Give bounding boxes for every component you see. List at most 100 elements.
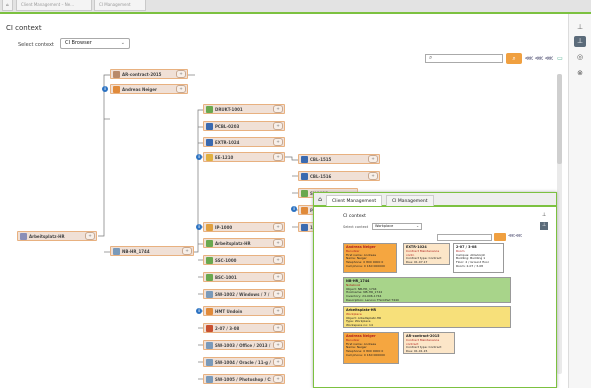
card-line: Room: 2-07 / 3-08: [456, 263, 484, 268]
popup-tab-strip: ⌂ Client Management CI Management: [314, 193, 556, 207]
node-label: SW-1002 / Windows / 7 / Multi: [215, 291, 271, 297]
node-label: SW-1003 / Office / 2013 / Geo: [215, 342, 271, 348]
popup-tab-client-management[interactable]: Client Management: [326, 195, 383, 206]
popup-card-contract[interactable]: AR-contract-2015 Contract Maintenance co…: [403, 332, 455, 354]
cable-icon: [301, 172, 308, 180]
ci-node-sw-1002[interactable]: SW-1002 / Windows / 7 / Multi +: [203, 289, 285, 299]
info-icon[interactable]: i: [102, 86, 108, 92]
node-label: SW-1004 / Oracle / 11-g / Eng: [215, 359, 271, 365]
expand-button[interactable]: +: [273, 358, 283, 366]
device-icon: [206, 273, 213, 281]
popup-card-room[interactable]: 2-07 / 3-08 Room Campus: Ahlsdorph Build…: [453, 243, 504, 273]
node-label: 2-07 / 3-08: [215, 325, 240, 331]
pc-icon: [301, 206, 308, 214]
ci-node-arbeitsplatz-hr[interactable]: Arbeitsplatz-HR +: [17, 231, 97, 241]
popup-card-user-2[interactable]: Andreas Neiger Benutzer First name: Andr…: [343, 332, 399, 364]
expand-button[interactable]: +: [273, 105, 283, 113]
expand-button[interactable]: +: [273, 307, 283, 315]
expand-button[interactable]: +: [273, 324, 283, 332]
node-label: Arbeitsplatz-HR: [29, 233, 65, 239]
card-line: Workspace no: 14: [346, 323, 373, 328]
card-line: Cell phone: 0 160 000000: [346, 263, 385, 268]
node-label: EE-1210: [215, 154, 234, 160]
popup-context-value: Workplace: [375, 224, 394, 228]
expand-button[interactable]: +: [273, 273, 283, 281]
info-icon[interactable]: i: [196, 154, 202, 160]
popup-hierarchy-icon[interactable]: ⊥: [540, 212, 548, 220]
ci-node-ar-contract[interactable]: AR-contract-2015 +: [110, 69, 188, 79]
node-label: CBL-1515: [310, 156, 332, 162]
expand-button[interactable]: +: [273, 341, 283, 349]
expand-button[interactable]: +: [273, 239, 283, 247]
ci-node-sw-1004[interactable]: SW-1004 / Oracle / 11-g / Eng +: [203, 357, 285, 367]
expand-button[interactable]: +: [182, 247, 192, 255]
node-label: AR-contract-2015: [122, 71, 162, 77]
ci-node-nb-hr[interactable]: NB-HR_1744 +: [110, 246, 194, 256]
node-label: EXTR-1024: [215, 139, 240, 145]
popup-card-notebook[interactable]: NB-HR_1744 Notebook Object: NB-HR_1744 H…: [343, 277, 511, 303]
info-icon[interactable]: i: [291, 206, 297, 212]
ci-node-cbl-1516[interactable]: CBL-1516 +: [298, 171, 380, 181]
popup-context-select[interactable]: Workplace ⌄: [372, 223, 422, 230]
expand-button[interactable]: +: [85, 232, 95, 240]
ci-node-ee[interactable]: EE-1210 +: [203, 152, 285, 162]
expand-button[interactable]: +: [273, 223, 283, 231]
ci-node-pcbl[interactable]: PCBL-0203 +: [203, 121, 285, 131]
expand-button[interactable]: +: [368, 172, 378, 180]
ip-icon: [206, 223, 213, 231]
expand-button[interactable]: +: [273, 122, 283, 130]
ci-node-ssc[interactable]: SSC-1000 +: [203, 255, 285, 265]
ci-node-drukt[interactable]: DRUKT-1001 +: [203, 104, 285, 114]
cable-icon: [301, 155, 308, 163]
user-icon: [113, 85, 120, 93]
expand-button[interactable]: +: [273, 375, 283, 383]
card-line: Due: 01.07.17: [406, 260, 428, 265]
notebook-icon: [113, 247, 120, 255]
ci-node-extr[interactable]: EXTR-1024 +: [203, 137, 285, 147]
ci-context-popup: ⌂ Client Management CI Management CI con…: [313, 192, 557, 388]
printer-icon: [206, 105, 213, 113]
ci-node-hmt[interactable]: HMT Undoin +: [203, 306, 285, 316]
ci-node-arbeitsplatz[interactable]: Arbeitsplatz-HR +: [203, 238, 285, 248]
home-icon[interactable]: ⌂: [316, 195, 324, 205]
popup-back-icon[interactable]: ⋘⋘: [508, 233, 522, 239]
switch-icon: [301, 189, 308, 197]
chevron-down-icon: ⌄: [416, 224, 419, 228]
popup-tab-ci-management[interactable]: CI Management: [386, 195, 434, 206]
node-label: IP-1000: [215, 224, 233, 230]
ci-node-andreas-neiger[interactable]: Andreas Neiger +: [110, 84, 188, 94]
expand-button[interactable]: +: [273, 290, 283, 298]
expand-button[interactable]: +: [273, 256, 283, 264]
popup-hierarchy-active-icon[interactable]: ⊥: [540, 222, 548, 230]
ci-node-sw-1005[interactable]: SW-1005 / Photoshop / CS6 +: [203, 374, 285, 384]
expand-button[interactable]: +: [273, 153, 283, 161]
expand-button[interactable]: +: [368, 155, 378, 163]
info-icon[interactable]: i: [196, 308, 202, 314]
node-label: SW-1005 / Photoshop / CS6: [215, 376, 271, 382]
cable-icon: [206, 122, 213, 130]
popup-card-workplace[interactable]: Arbeitsplatz-HR Workplace Object: Arbeit…: [343, 306, 511, 328]
cable-icon: [206, 138, 213, 146]
expand-button[interactable]: +: [176, 85, 186, 93]
ci-node-ip-1000[interactable]: IP-1000 +: [203, 222, 285, 232]
node-label: Arbeitsplatz-HR: [215, 240, 251, 246]
node-label: BSC-1001: [215, 274, 237, 280]
expand-button[interactable]: +: [273, 138, 283, 146]
popup-card-extr[interactable]: EXTR-1024 Contract Maintenance contr. Co…: [403, 243, 450, 265]
software-icon: [206, 375, 213, 383]
node-label: NB-HR_1744: [122, 248, 150, 254]
ci-node-room[interactable]: 2-07 / 3-08 +: [203, 323, 285, 333]
contract-icon: [113, 70, 120, 78]
info-icon[interactable]: i: [196, 224, 202, 230]
hub-icon: [206, 153, 213, 161]
ci-node-sw-1003[interactable]: SW-1003 / Office / 2013 / Geo +: [203, 340, 285, 350]
ip-icon: [301, 223, 308, 231]
popup-search-input[interactable]: [437, 234, 492, 241]
ci-node-cbl-1515[interactable]: CBL-1515 +: [298, 154, 380, 164]
ci-node-bsc[interactable]: BSC-1001 +: [203, 272, 285, 282]
popup-card-user[interactable]: Andreas Neiger Benutzer First name: Andr…: [343, 243, 397, 273]
card-line: Due: 01.01.15: [406, 349, 428, 354]
expand-button[interactable]: +: [176, 70, 186, 78]
device-icon: [206, 256, 213, 264]
popup-search-button[interactable]: [494, 233, 506, 241]
